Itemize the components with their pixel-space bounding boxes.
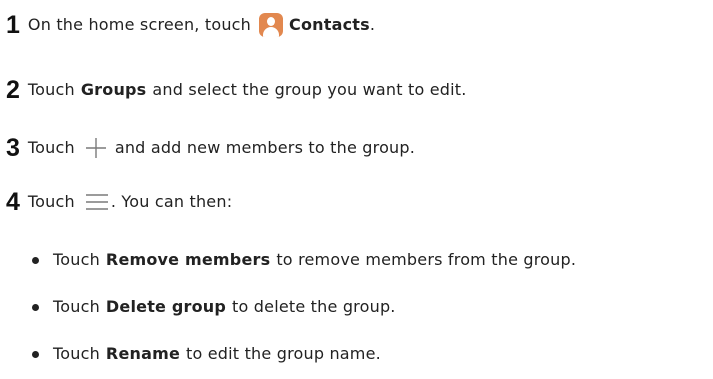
bullet-item: Touch Delete group to delete the group. <box>32 292 396 322</box>
bullet-item: Touch Remove members to remove members f… <box>32 245 576 275</box>
step-text-end: . <box>369 15 376 34</box>
step-number: 2 <box>6 75 20 104</box>
step-text-end: and select the group you want to edit. <box>152 80 467 99</box>
bullet-dot <box>32 256 39 264</box>
bullet-text: Touch <box>53 297 100 316</box>
step-3: 3 Touch and add new members to the group… <box>6 131 415 165</box>
remove-members-label: Remove members <box>105 250 271 269</box>
step-text: Touch <box>27 192 75 211</box>
bullet-text-end: to delete the group. <box>232 297 396 316</box>
bullet-text-end: to remove members from the group. <box>276 250 577 269</box>
step-text: Touch <box>27 138 75 157</box>
step-number: 3 <box>6 133 20 162</box>
step-text: Touch <box>27 80 75 99</box>
contacts-app-icon <box>259 13 284 37</box>
groups-label: Groups <box>80 80 147 99</box>
step-text: On the home screen, touch <box>27 15 252 34</box>
step-4: 4 Touch . You can then: <box>6 185 232 219</box>
bullet-text: Touch <box>53 250 100 269</box>
delete-group-label: Delete group <box>105 297 227 316</box>
step-1: 1 On the home screen, touch Contacts . <box>6 8 375 42</box>
bullet-text-end: to edit the group name. <box>186 344 381 363</box>
plus-icon <box>85 138 106 158</box>
step-text-end: and add new members to the group. <box>114 138 416 157</box>
menu-icon <box>85 194 108 210</box>
contacts-label: Contacts <box>289 15 370 34</box>
bullet-item: Touch Rename to edit the group name. <box>32 339 381 369</box>
step-2: 2 Touch Groups and select the group you … <box>6 73 467 107</box>
bullet-text: Touch <box>53 344 100 363</box>
step-text-end: . You can then: <box>110 192 233 211</box>
step-number: 4 <box>6 187 20 216</box>
bullet-dot <box>32 303 39 311</box>
rename-label: Rename <box>105 344 181 363</box>
step-number: 1 <box>6 10 20 39</box>
bullet-dot <box>32 350 39 358</box>
